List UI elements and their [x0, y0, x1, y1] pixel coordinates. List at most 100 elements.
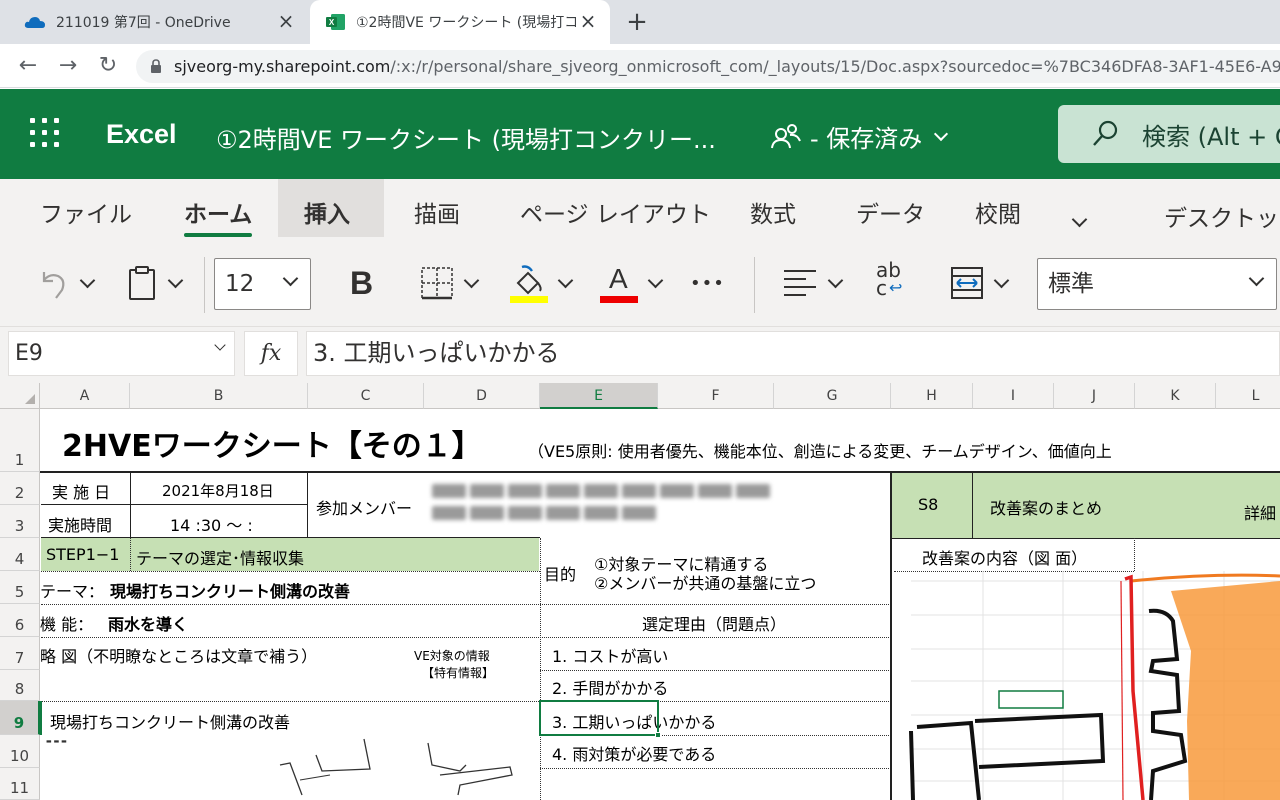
row-header[interactable]: 10 — [0, 735, 40, 768]
undo-button[interactable] — [36, 261, 96, 305]
close-tab-icon[interactable]: × — [276, 11, 296, 31]
column-header[interactable]: B — [130, 383, 308, 409]
name-box[interactable]: E9 — [8, 331, 235, 376]
divider — [754, 257, 755, 313]
paste-button[interactable] — [128, 261, 184, 305]
row-number: 7 — [14, 649, 25, 667]
ribbon-tab-row: ファイル ホーム 挿入 描画 ページ レイアウト 数式 データ 校閲 デスクトッ… — [0, 179, 1280, 241]
merge-button[interactable] — [950, 261, 1010, 305]
search-box[interactable]: 検索 (Alt + Q — [1058, 105, 1280, 163]
column-header[interactable]: G — [774, 383, 891, 409]
font-color-button[interactable]: A — [600, 261, 664, 305]
tab-formulas[interactable]: 数式 — [750, 195, 796, 229]
chevron-down-icon — [167, 272, 184, 288]
align-button[interactable] — [782, 261, 844, 305]
back-arrow-icon[interactable]: ← — [14, 52, 42, 80]
time-value: 14 :30 〜 : — [170, 516, 253, 535]
fill-handle[interactable] — [655, 732, 661, 738]
tab-home[interactable]: ホーム — [184, 195, 253, 237]
improvement-content-label: 改善案の内容（図 面） — [922, 549, 1088, 568]
document-title[interactable]: ①2時間VE ワークシート (現場打コンクリー... — [216, 120, 716, 155]
row-header-active[interactable]: 9 — [0, 701, 40, 735]
new-tab-button[interactable]: + — [624, 8, 650, 36]
close-tab-icon[interactable]: × — [578, 11, 598, 31]
wrap-text-button[interactable]: ab c ↩ — [876, 260, 902, 305]
column-header[interactable]: J — [1054, 383, 1135, 409]
s8-label: S8 — [918, 495, 939, 514]
row-header[interactable]: 3 — [0, 505, 40, 538]
more-tabs-button[interactable] — [1071, 205, 1088, 231]
onedrive-cloud-icon — [24, 17, 45, 28]
border-line — [41, 504, 307, 505]
address-bar-row: ← → ↻ sjveorg-my.sharepoint.com/:x:/r/pe… — [0, 44, 1280, 88]
dotted-border — [41, 604, 889, 605]
row-header[interactable]: 2 — [0, 472, 40, 505]
number-format-select[interactable]: 標準 — [1037, 258, 1277, 310]
tab-page-layout[interactable]: ページ レイアウト — [520, 195, 711, 229]
select-all-button[interactable] — [0, 383, 40, 409]
row-header[interactable]: 7 — [0, 637, 40, 670]
selected-cell-e9[interactable] — [539, 700, 659, 736]
url-host: sjveorg-my.sharepoint.com — [174, 57, 391, 76]
row-header[interactable]: 11 — [0, 768, 40, 800]
time-label: 実施時間 — [48, 516, 113, 535]
column-header[interactable]: L — [1216, 383, 1280, 409]
reason-header: 選定理由（問題点） — [642, 615, 787, 634]
column-header-active[interactable]: E — [540, 383, 658, 409]
font-size-select[interactable]: 12 — [214, 258, 311, 310]
column-header[interactable]: F — [658, 383, 774, 409]
tab-insert[interactable]: 挿入 — [304, 195, 350, 229]
search-placeholder: 検索 (Alt + Q — [1142, 122, 1280, 151]
forward-arrow-icon[interactable]: → — [54, 52, 82, 80]
row-header[interactable]: 6 — [0, 604, 40, 637]
sketch-label: 略 図（不明瞭なところは文章で補う） — [40, 647, 318, 666]
borders-button[interactable] — [420, 261, 480, 305]
formula-input[interactable]: 3. 工期いっぱいかかる — [306, 331, 1280, 376]
column-header[interactable]: A — [40, 383, 130, 409]
open-in-desktop-button[interactable]: デスクトップ — [1164, 199, 1280, 233]
column-header[interactable]: K — [1135, 383, 1216, 409]
tab-review[interactable]: 校閲 — [975, 195, 1021, 229]
ribbon-toolbar: 12 B A ••• ab c ↩ 標準 — [0, 241, 1280, 327]
app-name[interactable]: Excel — [106, 119, 177, 150]
column-header[interactable]: D — [424, 383, 540, 409]
column-header[interactable]: C — [308, 383, 424, 409]
chevron-down-icon — [934, 126, 949, 141]
app-launcher-icon[interactable] — [30, 118, 60, 148]
date-value: 2021年8月18日 — [162, 482, 274, 500]
excel-header: Excel ①2時間VE ワークシート (現場打コンクリー... - 保存済み … — [0, 89, 1280, 179]
insert-function-button[interactable]: fx — [244, 331, 298, 376]
undo-icon — [42, 272, 65, 299]
chevron-down-icon — [827, 272, 844, 288]
wrap-text-label-2: c ↩ — [876, 278, 902, 298]
row-header[interactable]: 5 — [0, 571, 40, 604]
lock-icon — [151, 59, 161, 73]
sheet-subtitle: （VE5原則: 使用者優先、機能本位、創造による変更、チームデザイン、価値向上 — [528, 442, 1112, 461]
browser-tab-onedrive[interactable]: 211019 第7回 - OneDrive × — [8, 0, 308, 44]
borders-icon — [421, 267, 453, 300]
chevron-down-icon — [463, 272, 480, 288]
url-field[interactable]: sjveorg-my.sharepoint.com/:x:/r/personal… — [136, 50, 1280, 83]
s8-title: 改善案のまとめ — [990, 499, 1103, 518]
spreadsheet-grid[interactable]: A B C D E F G H I J K L 1 2 3 4 5 6 7 8 … — [0, 383, 1280, 800]
tab-draw[interactable]: 描画 — [414, 195, 460, 229]
redacted-members — [432, 483, 822, 502]
column-header[interactable]: H — [891, 383, 973, 409]
font-color-swatch — [600, 296, 638, 303]
more-options-button[interactable]: ••• — [690, 261, 725, 305]
row-number: 5 — [14, 583, 25, 601]
browser-tab-excel[interactable]: X ①2時間VE ワークシート (現場打コン × — [310, 0, 610, 44]
row-header[interactable]: 8 — [0, 670, 40, 701]
reload-icon[interactable]: ↻ — [94, 52, 122, 80]
row-header[interactable]: 1 — [0, 409, 40, 472]
tab-data[interactable]: データ — [856, 195, 925, 229]
border-line — [972, 472, 973, 538]
row-header[interactable]: 4 — [0, 538, 40, 571]
tab-file[interactable]: ファイル — [40, 195, 132, 229]
step-label: STEP1−1 — [46, 545, 120, 564]
bold-button[interactable]: B — [350, 261, 373, 305]
fill-color-button[interactable] — [510, 261, 574, 305]
save-status-button[interactable]: - 保存済み — [770, 119, 949, 154]
column-header[interactable]: I — [973, 383, 1054, 409]
border-line — [41, 537, 540, 538]
